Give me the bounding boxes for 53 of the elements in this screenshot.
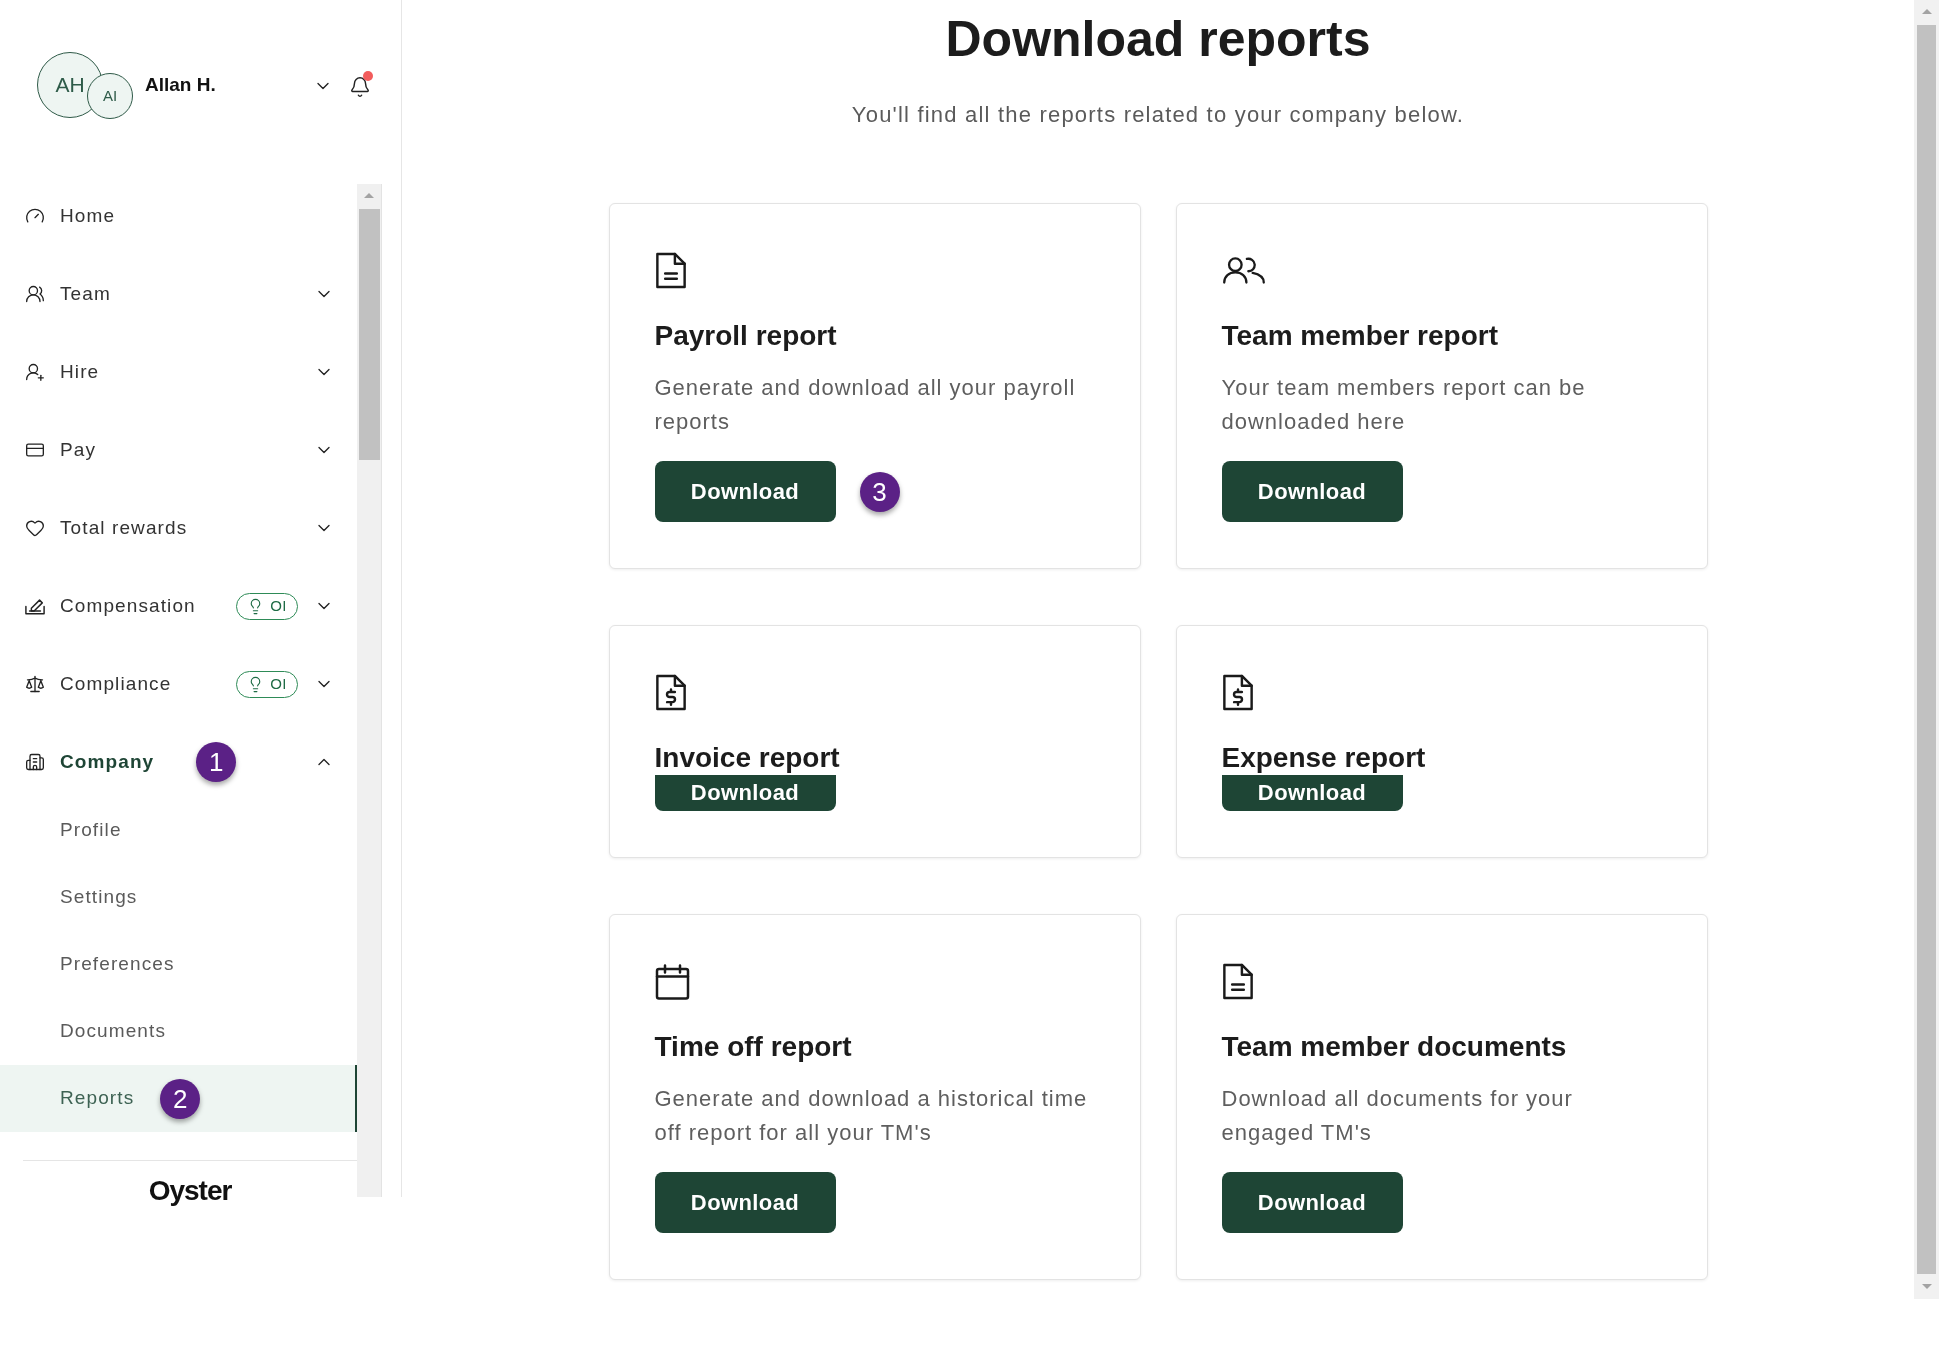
dollar-document-icon (1221, 674, 1254, 711)
page-title: Download reports (945, 10, 1371, 69)
download-button[interactable]: Download (654, 1172, 836, 1233)
nav-item[interactable]: Team (0, 255, 357, 333)
avatar[interactable]: AH (37, 52, 103, 118)
heart-icon (25, 518, 45, 538)
oyster-logo[interactable]: Oyster (148, 1175, 232, 1207)
card-title: Payroll report (654, 319, 837, 353)
nav-item[interactable]: Compensation OI (0, 567, 357, 645)
download-button[interactable]: Download (654, 775, 836, 811)
download-button[interactable]: Download (1221, 1172, 1403, 1233)
scrollbar-thumb[interactable] (1917, 25, 1936, 1274)
sub-nav-item[interactable]: Preferences (0, 931, 357, 998)
document-icon (1221, 963, 1254, 1000)
calendar-icon (654, 963, 690, 1000)
users-icon (1221, 257, 1266, 284)
document-icon (654, 252, 687, 289)
card-description: Generate and download all your payroll reports (654, 374, 1077, 436)
card-title: Team member report (1221, 319, 1498, 353)
nav-item[interactable]: Total rewards (0, 489, 357, 567)
user-plus-icon (25, 362, 45, 382)
nav-item[interactable]: Home (0, 177, 357, 255)
card-description: Your team members report can be downloaded here (1221, 374, 1587, 436)
tag-text: OI (270, 673, 287, 694)
bell-icon[interactable] (349, 75, 371, 98)
building-icon (25, 752, 45, 772)
nav-item[interactable]: Compliance OI (0, 645, 357, 723)
secondary-avatar[interactable]: AI (87, 73, 133, 119)
card-title: Invoice report (654, 741, 840, 775)
sub-nav-item[interactable]: Documents (0, 998, 357, 1065)
download-button[interactable]: Download (654, 461, 836, 522)
scrollbar-thumb[interactable] (358, 209, 380, 460)
card-description: Download all documents for your engaged TM's (1221, 1085, 1574, 1147)
card-title: Team member documents (1221, 1030, 1567, 1064)
download-button[interactable]: Download (1221, 461, 1403, 522)
scale-icon (25, 674, 45, 694)
pen-tray-icon (25, 597, 45, 615)
step-marker: 1 (196, 742, 237, 782)
nav-item[interactable]: Hire (0, 333, 357, 411)
card-title: Time off report (654, 1030, 852, 1064)
card-description: Generate and download a historical time off report for all your TM's (654, 1085, 1089, 1147)
step-marker: 2 (160, 1078, 201, 1119)
dollar-document-icon (654, 674, 687, 711)
download-button[interactable]: Download (1221, 775, 1403, 811)
page-subtitle: You'll find all the reports related to your company below. (851, 101, 1465, 129)
nav-item[interactable]: Pay (0, 411, 357, 489)
tag-text: OI (270, 595, 287, 616)
card-title: Expense report (1221, 741, 1426, 775)
sub-nav-item[interactable]: Reports 2 (0, 1065, 357, 1132)
user-name: Allan H. (145, 73, 216, 98)
users-icon (25, 284, 45, 304)
sub-nav-item[interactable]: Settings (0, 864, 357, 931)
step-marker: 3 (859, 471, 900, 512)
